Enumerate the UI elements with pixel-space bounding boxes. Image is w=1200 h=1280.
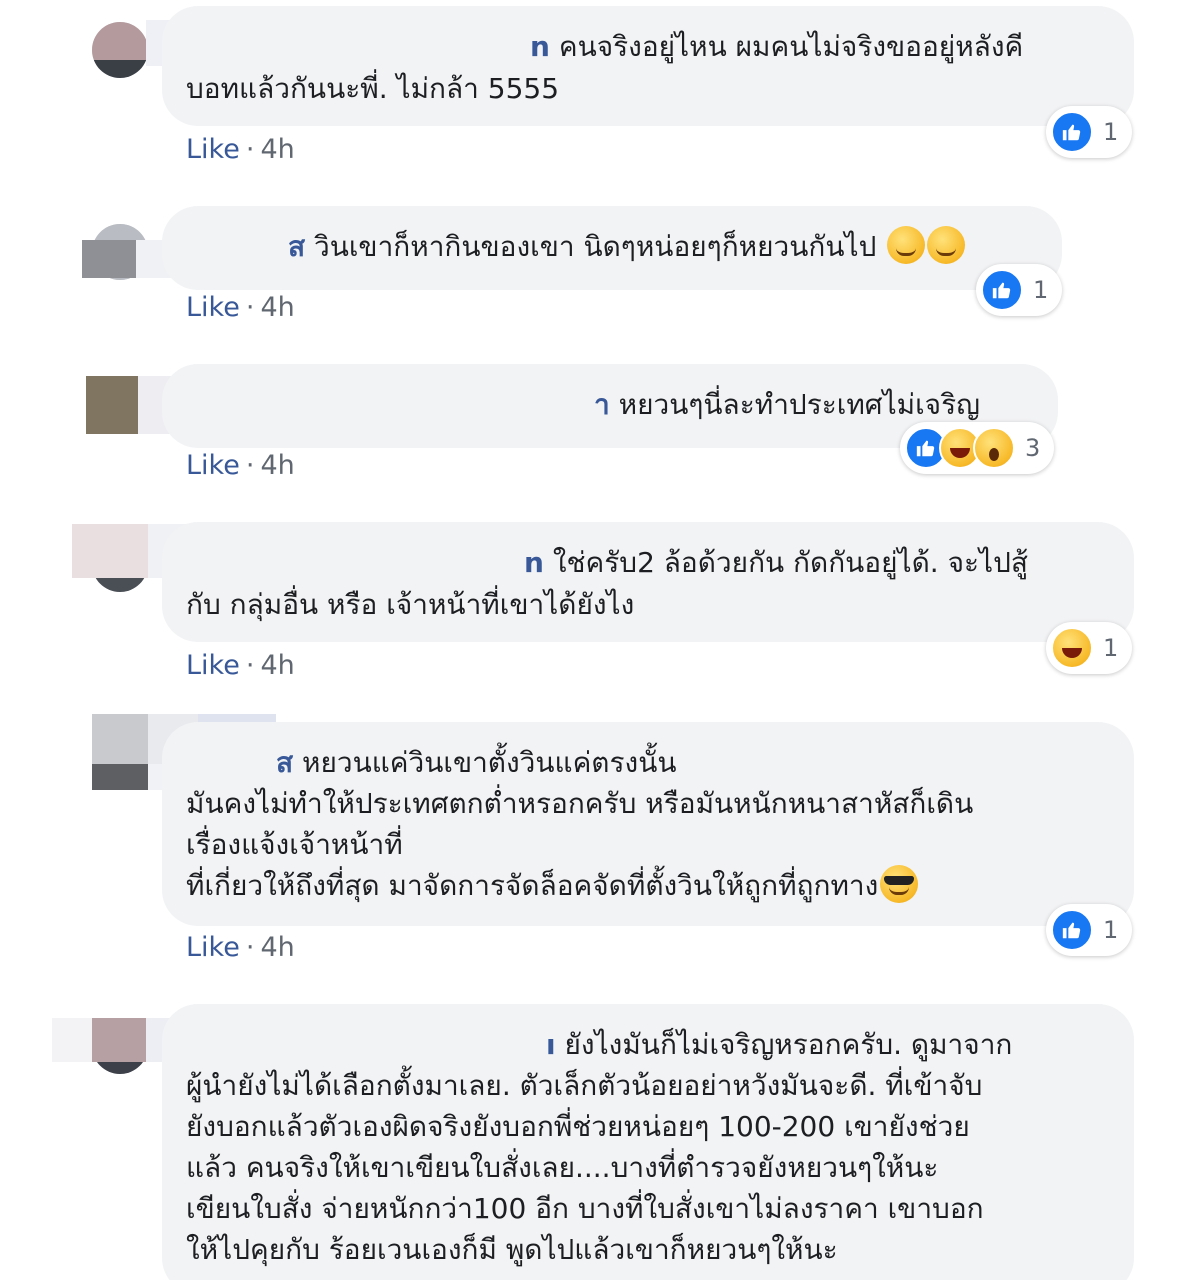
commenter-name[interactable]: า — [594, 388, 610, 421]
separator: · — [245, 134, 255, 165]
comment-text: เขียนใบสั่ง จ่ายหนักกว่า100 อีก บางที่ใบ… — [186, 1192, 984, 1225]
separator: · — [245, 292, 255, 323]
comment-actions: Like · 4h — [186, 292, 295, 323]
comment-text: ให้ไปคุยกับ ร้อยเวนเองก็มี พูดไปแล้วเขาก… — [186, 1233, 838, 1266]
reaction-count: 1 — [1103, 634, 1119, 662]
comment-actions: Like · 4h — [186, 932, 295, 963]
comment-bubble: ส หยวนแค่วินเขาตั้งวินแค่ตรงนั้น มันคงไม… — [162, 722, 1134, 926]
timestamp[interactable]: 4h — [260, 134, 294, 165]
separator: · — [245, 650, 255, 681]
like-reaction-icon — [981, 269, 1023, 311]
comment-text: หยวนๆนี่ละทำประเทศไม่เจริญ — [618, 388, 980, 421]
like-button[interactable]: Like — [186, 292, 240, 323]
comment-text: กับ กลุ่มอื่น หรือ เจ้าหน้าที่เขาได้ยังไ… — [186, 588, 635, 621]
timestamp[interactable]: 4h — [260, 650, 294, 681]
comment-text: คนจริงอยู่ไหน ผมคนไม่จริงขออยู่หลังคี — [558, 30, 1024, 63]
comment-text: ยังบอกแล้วตัวเองผิดจริงยังบอกพี่ช่วยหน่อ… — [186, 1110, 970, 1143]
timestamp[interactable]: 4h — [260, 292, 294, 323]
commenter-name[interactable]: ı — [546, 1028, 556, 1061]
reaction-summary[interactable]: 1 — [1046, 106, 1133, 158]
comment-text: ใช่ครับ2 ล้อด้วยกัน กัดกันอยู่ได้. จะไปส… — [552, 546, 1028, 579]
comment-actions: Like · 4h — [186, 134, 295, 165]
reaction-count: 1 — [1033, 276, 1049, 304]
smirk-emoji-icon — [927, 226, 966, 264]
commenter-name[interactable]: n — [524, 546, 544, 579]
separator: · — [245, 932, 255, 963]
comment-text: ที่เกี่ยวให้ถึงที่สุด มาจัดการจัดล็อคจัด… — [186, 869, 879, 902]
commenter-name[interactable]: n — [530, 30, 550, 63]
reaction-summary[interactable]: 1 — [976, 264, 1063, 316]
comment-text: มันคงไม่ทำให้ประเทศตกต่ำหรอกครับ หรือมัน… — [186, 787, 974, 820]
comment-text: หยวนแค่วินเขาตั้งวินแค่ตรงนั้น — [302, 746, 677, 779]
comment-thread: n คนจริงอยู่ไหน ผมคนไม่จริงขออยู่หลังคี … — [0, 0, 1200, 1280]
commenter-name[interactable]: ส — [288, 230, 305, 263]
comment-bubble: ı ยังไงมันก็ไม่เจริญหรอกครับ. ดูมาจาก ผู… — [162, 1004, 1134, 1280]
timestamp[interactable]: 4h — [260, 932, 294, 963]
wow-reaction-icon — [973, 427, 1015, 469]
like-button[interactable]: Like — [186, 450, 240, 481]
like-button[interactable]: Like — [186, 134, 240, 165]
reaction-summary[interactable]: 1 — [1046, 904, 1133, 956]
comment-actions: Like · 4h — [186, 650, 295, 681]
like-button[interactable]: Like — [186, 932, 240, 963]
comment-text: บอทแล้วกันนะพี่. ไม่กล้า 5555 — [186, 72, 560, 105]
comment-text: แล้ว คนจริงให้เขาเขียนใบสั่งเลย....บางที… — [186, 1151, 939, 1184]
commenter-name[interactable]: ส — [276, 746, 293, 779]
comment-text: ยังไงมันก็ไม่เจริญหรอกครับ. ดูมาจาก — [564, 1028, 1013, 1061]
comment-actions: Like · 4h — [186, 450, 295, 481]
comment-text: เรื่องแจ้งเจ้าหน้าที่ — [186, 828, 403, 861]
smirk-emoji-icon — [887, 226, 926, 264]
haha-reaction-icon — [1051, 627, 1093, 669]
reaction-count: 3 — [1025, 434, 1041, 462]
like-reaction-icon — [1051, 909, 1093, 951]
like-button[interactable]: Like — [186, 650, 240, 681]
reaction-summary[interactable]: 1 — [1046, 622, 1133, 674]
comment-text: วินเขาก็หากินของเขา นิดๆหน่อยๆก็หยวนกันไ… — [314, 230, 877, 263]
comment-text: ผู้นำยังไม่ได้เลือกตั้งมาเลย. ตัวเล็กตัว… — [186, 1069, 983, 1102]
like-reaction-icon — [1051, 111, 1093, 153]
avatar[interactable] — [92, 22, 148, 78]
reaction-count: 1 — [1103, 118, 1119, 146]
reaction-summary[interactable]: 3 — [900, 422, 1055, 474]
separator: · — [245, 450, 255, 481]
reaction-count: 1 — [1103, 916, 1119, 944]
sunglasses-emoji-icon — [880, 865, 919, 903]
timestamp[interactable]: 4h — [260, 450, 294, 481]
comment-bubble: ส วินเขาก็หากินของเขา นิดๆหน่อยๆก็หยวนกั… — [162, 206, 1062, 290]
